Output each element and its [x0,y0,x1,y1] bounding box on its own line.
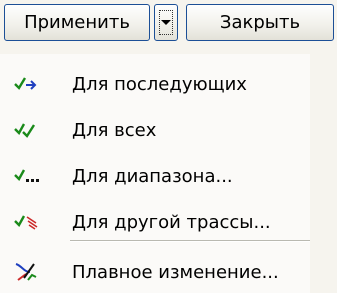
menu-item-label: Для последующих [72,73,247,95]
check-route-icon [14,215,38,230]
menu-item-for-range[interactable]: Для диапазона... [0,156,310,196]
apply-dropdown-button[interactable] [154,4,178,41]
close-button[interactable]: Закрыть [186,4,334,41]
check-dots-icon [14,169,39,182]
menu-item-label: Плавное изменение... [72,261,279,283]
double-check-icon [14,123,36,138]
menu-item-for-other-route[interactable]: Для другой трассы... [0,202,310,242]
menu-item-label: Для всех [72,119,157,141]
close-button-label: Закрыть [219,12,301,33]
menu-item-for-subsequent[interactable]: Для последующих [0,64,310,104]
menu-item-for-all[interactable]: Для всех [0,110,310,150]
menu-item-smooth-change[interactable]: Плавное изменение... [0,252,310,292]
menu-separator [70,240,310,242]
smooth-change-icon [15,263,37,281]
apply-button-label: Применить [24,12,130,33]
menu-item-label: Для другой трассы... [72,211,271,233]
apply-button[interactable]: Применить [4,4,150,41]
apply-options-menu: Для последующих Для всех Для диапазона..… [0,54,310,293]
chevron-down-icon [161,20,171,25]
dropdown-focus-frame [159,10,173,35]
menu-item-label: Для диапазона... [72,165,233,187]
check-arrow-icon [14,77,37,90]
